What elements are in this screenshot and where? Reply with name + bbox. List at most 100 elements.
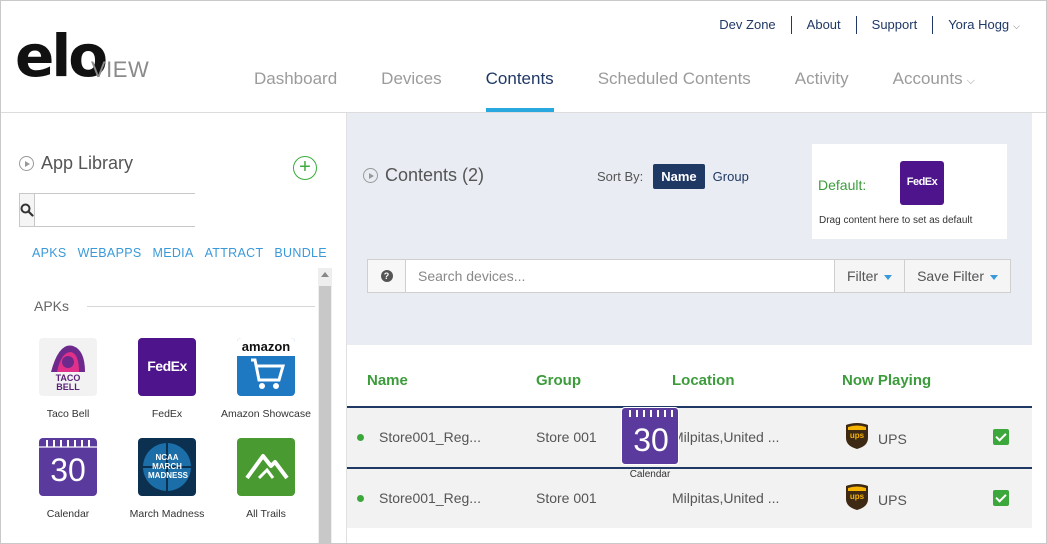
app-name-fedex: FedEx bbox=[151, 408, 183, 420]
question-icon: ? bbox=[380, 270, 393, 282]
save-filter-label: Save Filter bbox=[917, 268, 984, 284]
default-hint: Drag content here to set as default bbox=[819, 215, 973, 226]
device-search-bar: ? Filter Save Filter bbox=[367, 259, 1011, 293]
app-tile-all-trails[interactable]: All Trails bbox=[216, 438, 316, 520]
library-tab-apks[interactable]: APKS bbox=[32, 246, 67, 260]
default-content-dropzone[interactable]: Default: FedEx Drag content here to set … bbox=[812, 144, 1007, 239]
device-group: Store 001 bbox=[536, 429, 597, 445]
row-checkbox[interactable] bbox=[993, 490, 1009, 506]
contents-control-panel: Contents (2) Sort By: Name Group Default… bbox=[347, 113, 1032, 345]
table-row[interactable]: Store001_Reg... Store 001 Milpitas,Unite… bbox=[347, 408, 1032, 467]
collapse-toggle-icon bbox=[19, 156, 34, 171]
contents-header[interactable]: Contents (2) bbox=[363, 165, 484, 186]
search-button[interactable] bbox=[20, 194, 35, 226]
taco-bell-icon: TACO BELL bbox=[39, 338, 97, 396]
topnav-user-menu[interactable]: Yora Hogg ⌵ bbox=[933, 16, 1020, 35]
tab-scheduled-contents[interactable]: Scheduled Contents bbox=[576, 63, 773, 113]
tab-contents[interactable]: Contents bbox=[464, 63, 576, 113]
chevron-down-icon: ⌵ bbox=[1013, 20, 1020, 31]
topnav-support[interactable]: Support bbox=[857, 16, 934, 34]
library-tab-attract[interactable]: ATTRACT bbox=[205, 246, 264, 260]
device-location: Milpitas,United ... bbox=[672, 490, 780, 506]
online-status-icon bbox=[357, 495, 364, 502]
ups-icon-text: ups bbox=[849, 431, 865, 440]
sort-group-button[interactable]: Group bbox=[705, 164, 757, 189]
column-header-group[interactable]: Group bbox=[536, 372, 581, 389]
all-trails-icon bbox=[237, 438, 295, 496]
fedex-icon: FedEx bbox=[138, 338, 196, 396]
column-header-name[interactable]: Name bbox=[367, 372, 408, 389]
library-search-input[interactable] bbox=[35, 194, 223, 226]
collapse-toggle-icon bbox=[363, 168, 378, 183]
calendar-icon-day: 30 bbox=[50, 452, 86, 488]
apks-section-label: APKs bbox=[34, 298, 70, 314]
topnav-about[interactable]: About bbox=[792, 16, 857, 34]
save-filter-button[interactable]: Save Filter bbox=[904, 260, 1010, 292]
filter-button[interactable]: Filter bbox=[833, 260, 905, 292]
search-icon bbox=[20, 203, 34, 217]
app-tile-march-madness[interactable]: NCAA MARCH MADNESS March Madness bbox=[117, 438, 217, 520]
online-status-icon bbox=[357, 434, 364, 441]
now-playing: UPS bbox=[878, 492, 907, 508]
calendar-icon: 30 bbox=[621, 407, 679, 465]
top-nav: Dev Zone About Support Yora Hogg ⌵ bbox=[704, 15, 1020, 35]
default-label: Default: bbox=[818, 177, 867, 193]
app-window: elo VIEW Dev Zone About Support Yora Hog… bbox=[0, 0, 1047, 544]
main-nav: Dashboard Devices Contents Scheduled Con… bbox=[232, 63, 997, 113]
tab-dashboard[interactable]: Dashboard bbox=[232, 63, 359, 113]
default-fedex-icon-text: FedEx bbox=[906, 176, 938, 188]
app-library-title: App Library bbox=[41, 153, 134, 173]
dragged-app-name: Calendar bbox=[629, 469, 671, 480]
row-checkbox[interactable] bbox=[993, 429, 1009, 445]
device-location: Milpitas,United ... bbox=[672, 429, 780, 445]
library-tabs: APKS WEBAPPS MEDIA ATTRACT BUNDLE bbox=[32, 246, 338, 260]
device-group: Store 001 bbox=[536, 490, 597, 506]
tab-accounts[interactable]: Accounts ⌵ bbox=[871, 63, 997, 113]
logo-sub-text: VIEW bbox=[91, 57, 150, 82]
column-header-location[interactable]: Location bbox=[672, 372, 735, 389]
now-playing: UPS bbox=[878, 431, 907, 447]
scrollbar-thumb[interactable] bbox=[319, 286, 331, 543]
app-name-all-trails: All Trails bbox=[246, 508, 286, 520]
sort-name-button[interactable]: Name bbox=[653, 164, 705, 189]
tab-activity[interactable]: Activity bbox=[773, 63, 871, 113]
tab-devices[interactable]: Devices bbox=[359, 63, 463, 113]
topnav-dev-zone[interactable]: Dev Zone bbox=[704, 16, 792, 34]
dragged-app-calendar[interactable]: 30 Calendar bbox=[619, 407, 681, 480]
fedex-icon-text: FedEx bbox=[147, 358, 187, 374]
app-name-taco-bell: Taco Bell bbox=[46, 408, 90, 420]
app-library-header[interactable]: App Library bbox=[19, 153, 133, 174]
app-tile-taco-bell[interactable]: TACO BELL Taco Bell bbox=[18, 338, 118, 420]
caret-down-icon bbox=[990, 274, 998, 280]
sort-by-control: Sort By: Name Group bbox=[597, 164, 757, 189]
section-divider bbox=[87, 306, 315, 307]
app-tile-amazon[interactable]: amazon Amazon Showcase bbox=[216, 338, 316, 420]
taco-bell-icon-text: TACO BELL bbox=[55, 373, 81, 392]
march-madness-icon-text: NCAA MARCH MADNESS bbox=[148, 453, 189, 480]
app-tile-fedex[interactable]: FedEx FedEx bbox=[117, 338, 217, 420]
device-name: Store001_Reg... bbox=[379, 429, 481, 445]
app-tile-calendar[interactable]: 30 Calendar bbox=[18, 438, 118, 520]
library-tab-webapps[interactable]: WEBAPPS bbox=[78, 246, 142, 260]
help-button[interactable]: ? bbox=[368, 260, 406, 292]
march-madness-icon: NCAA MARCH MADNESS bbox=[138, 438, 196, 496]
app-name-march-madness: March Madness bbox=[129, 508, 205, 520]
library-tab-media[interactable]: MEDIA bbox=[153, 246, 194, 260]
scroll-up-arrow-icon[interactable] bbox=[321, 272, 329, 277]
elo-view-logo[interactable]: elo VIEW bbox=[15, 27, 155, 85]
user-name: Yora Hogg bbox=[948, 16, 1010, 32]
search-devices-input[interactable] bbox=[406, 260, 834, 292]
fedex-icon: FedEx bbox=[900, 161, 944, 205]
chevron-down-icon: ⌵ bbox=[966, 75, 975, 87]
library-scrollbar[interactable] bbox=[318, 268, 332, 543]
tab-accounts-label: Accounts bbox=[892, 69, 963, 88]
library-tab-bundle[interactable]: BUNDLE bbox=[274, 246, 327, 260]
calendar-icon: 30 bbox=[39, 438, 97, 496]
app-library-sidebar: App Library + APKS WEBAPPS MEDIA ATTRACT… bbox=[1, 113, 347, 543]
add-app-button[interactable]: + bbox=[293, 156, 317, 180]
calendar-icon-day: 30 bbox=[633, 422, 669, 458]
contents-main: Contents (2) Sort By: Name Group Default… bbox=[347, 113, 1046, 543]
table-row[interactable]: Store001_Reg... Store 001 Milpitas,Unite… bbox=[347, 469, 1032, 528]
sort-by-label: Sort By: bbox=[597, 169, 644, 184]
column-header-now-playing[interactable]: Now Playing bbox=[842, 372, 931, 389]
